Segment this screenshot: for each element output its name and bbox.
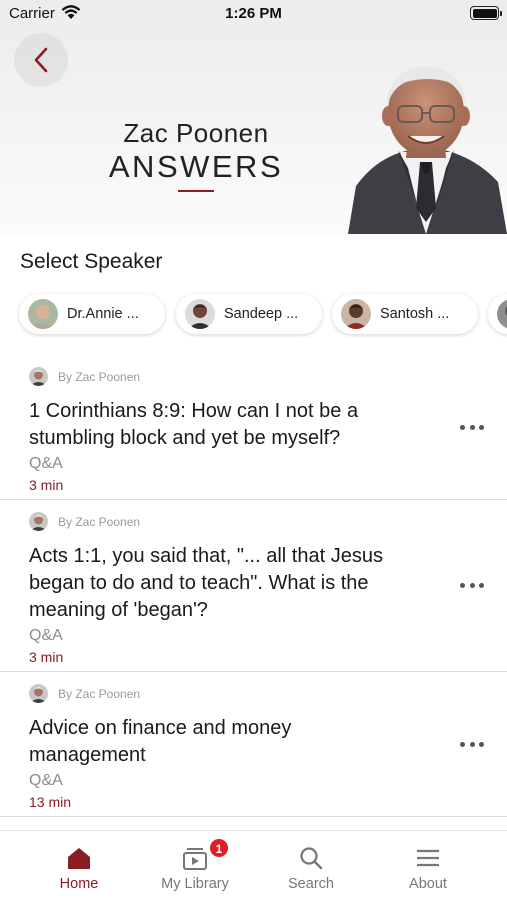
speaker-chip-label: Sandeep ... [224, 306, 299, 322]
search-icon [300, 847, 323, 870]
clock: 1:26 PM [225, 5, 282, 22]
author-label: By Zac Poonen [58, 369, 141, 384]
item-title: Advice on finance and money management [29, 717, 292, 766]
avatar [341, 299, 371, 329]
speaker-chip-label: Dr.Annie ... [67, 306, 139, 322]
item-author: By Zac Poonen [29, 512, 140, 531]
speaker-chip[interactable]: Dr.Annie ... [19, 294, 165, 334]
list-item[interactable]: By Zac Poonen Acts 1:1, you said that, "… [0, 500, 507, 672]
speaker-chip-list[interactable]: Dr.Annie ... Sandeep ... Santosh ... [0, 292, 507, 338]
more-options-icon[interactable] [460, 734, 484, 754]
brand-subtitle: ANSWERS [108, 149, 284, 184]
avatar [29, 512, 48, 531]
author-label: By Zac Poonen [58, 686, 141, 701]
tab-search[interactable]: Search [251, 831, 371, 900]
item-title: Acts 1:1, you said that, "... all that J… [29, 545, 383, 621]
answers-feed: By Zac Poonen 1 Corinthians 8:9: How can… [0, 355, 507, 817]
library-icon [183, 848, 207, 870]
select-speaker-heading: Select Speaker [20, 250, 163, 273]
speaker-chip[interactable]: Sandeep ... [176, 294, 322, 334]
item-title: 1 Corinthians 8:9: How can I not be a st… [29, 400, 359, 449]
list-item[interactable]: By Zac Poonen 1 Corinthians 8:9: How can… [0, 355, 507, 500]
speaker-chip[interactable] [488, 294, 507, 334]
home-icon [68, 848, 90, 869]
brand-divider [178, 190, 214, 192]
header-banner: Zac Poonen ANSWERS [0, 0, 507, 234]
tab-label: Home [59, 876, 99, 892]
notification-badge: 1 [209, 838, 229, 858]
status-bar: Carrier 1:26 PM [0, 0, 507, 28]
tab-bar: Home 1 My Library Search About [0, 830, 507, 900]
item-type: Q&A [29, 455, 63, 472]
item-duration: 3 min [29, 477, 64, 493]
tab-home[interactable]: Home [19, 831, 139, 900]
speaker-chip[interactable]: Santosh ... [332, 294, 478, 334]
item-author: By Zac Poonen [29, 367, 140, 386]
tab-label: Search [288, 876, 334, 892]
item-duration: 3 min [29, 649, 64, 665]
item-type: Q&A [29, 772, 63, 789]
chevron-left-icon [34, 47, 48, 73]
list-item[interactable]: By Zac Poonen Advice on finance and mone… [0, 672, 507, 817]
avatar [29, 684, 48, 703]
speaker-portrait [348, 66, 507, 234]
avatar [28, 299, 58, 329]
tab-about[interactable]: About [368, 831, 488, 900]
item-type: Q&A [29, 627, 63, 644]
tab-my-library[interactable]: 1 My Library [135, 831, 255, 900]
item-author: By Zac Poonen [29, 684, 140, 703]
back-button[interactable] [14, 33, 68, 87]
avatar [29, 367, 48, 386]
tab-label: My Library [161, 876, 229, 892]
battery-icon [470, 6, 502, 20]
more-options-icon[interactable] [460, 417, 484, 437]
brand-title: Zac Poonen [123, 118, 269, 148]
author-label: By Zac Poonen [58, 514, 141, 529]
item-duration: 13 min [29, 794, 72, 810]
avatar [185, 299, 215, 329]
more-options-icon[interactable] [460, 575, 484, 595]
speaker-chip-label: Santosh ... [380, 306, 450, 322]
avatar [497, 299, 507, 329]
tab-label: About [409, 876, 447, 892]
menu-icon [417, 849, 439, 867]
